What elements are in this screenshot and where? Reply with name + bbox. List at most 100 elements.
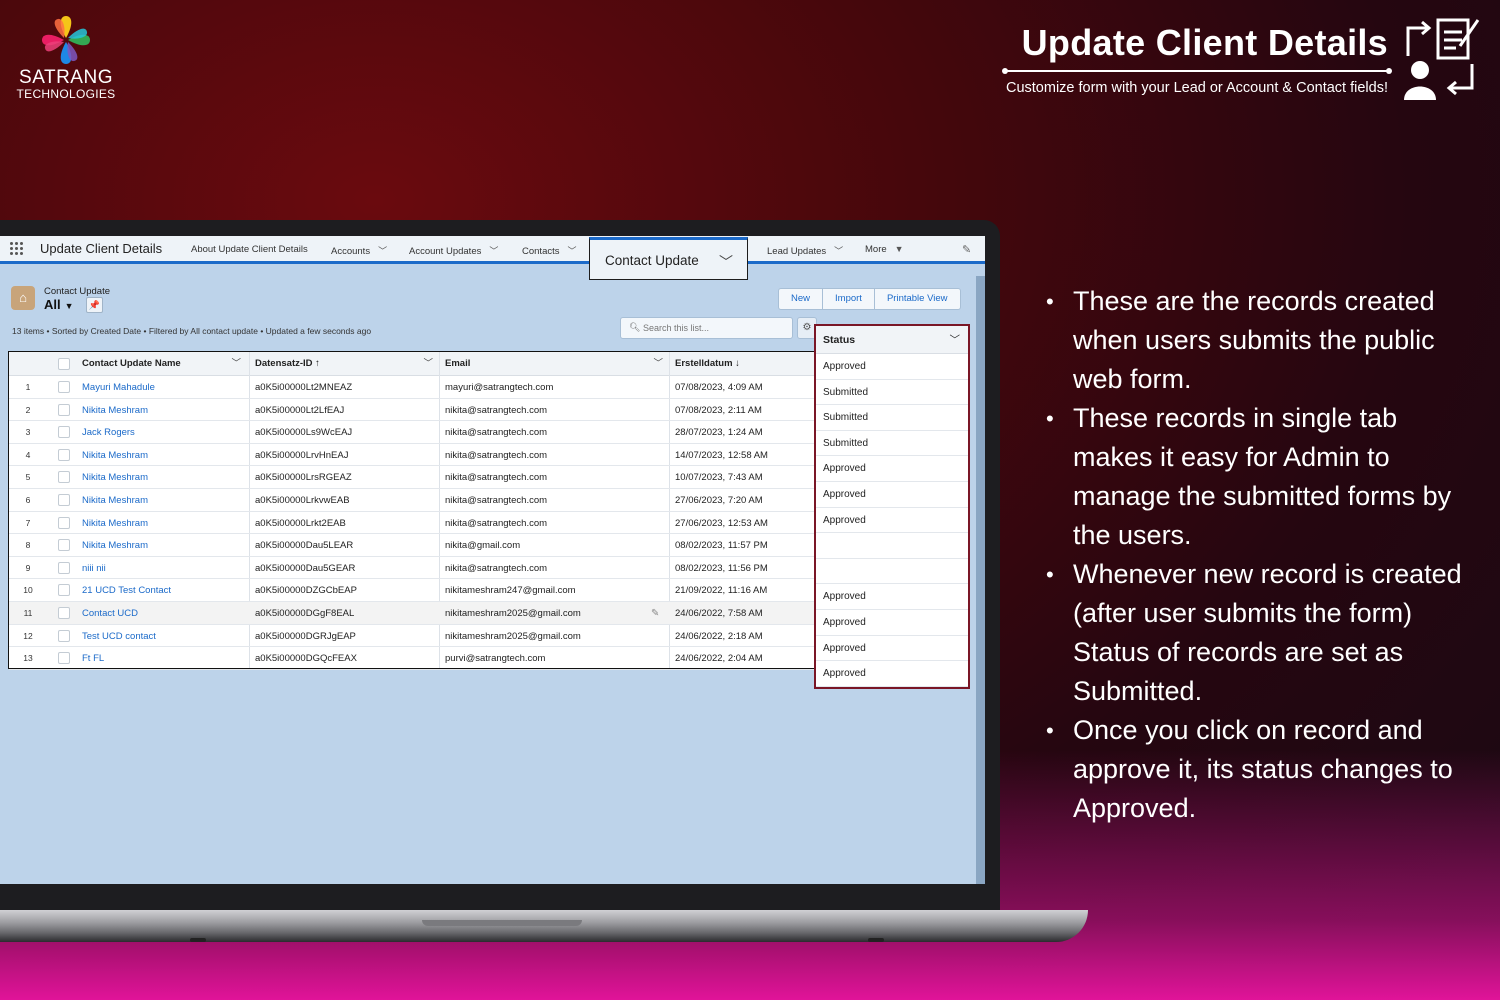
- nav-item-about[interactable]: About Update Client Details: [191, 244, 308, 255]
- record-name-link[interactable]: niii nii: [82, 563, 106, 574]
- chevron-down-icon[interactable]: ﹀: [653, 352, 663, 376]
- list-view-selector[interactable]: All ▼: [44, 297, 74, 312]
- new-button[interactable]: New: [779, 289, 824, 309]
- record-created-date: 24/06/2022, 2:18 AM: [675, 630, 763, 642]
- edit-nav-icon[interactable]: ✎: [962, 243, 971, 256]
- chevron-down-icon[interactable]: ﹀: [568, 246, 577, 256]
- import-button[interactable]: Import: [823, 289, 875, 309]
- column-header-date[interactable]: Erstelldatum ↓: [675, 352, 811, 376]
- search-icon: 🔍︎: [629, 322, 641, 332]
- column-header-name[interactable]: Contact Update Name ﹀: [82, 352, 247, 376]
- table-row[interactable]: 13 Ft FL a0K5i00000DGQcFEAX purvi@satrangte…: [9, 647, 815, 670]
- column-label: Erstelldatum ↓: [675, 358, 740, 369]
- chevron-down-icon[interactable]: ﹀: [423, 352, 433, 376]
- row-checkbox[interactable]: [58, 584, 70, 597]
- row-checkbox[interactable]: [58, 561, 70, 574]
- nav-item-label: About Update Client Details: [191, 244, 308, 255]
- row-checkbox[interactable]: [58, 381, 70, 393]
- table-row[interactable]: 11 Contact UCD a0K5i00000DGgF8EAL nikitames…: [9, 602, 815, 625]
- table-row[interactable]: 7 Nikita Meshram a0K5i00000Lrkt2EAB nikita@…: [9, 512, 815, 535]
- laptop-foot: [190, 938, 206, 942]
- nav-item-accounts[interactable]: Accounts ﹀: [331, 244, 387, 257]
- feature-bullets: These are the records created when users…: [1046, 282, 1476, 828]
- nav-item-label: Lead Updates: [767, 246, 827, 257]
- record-name-link[interactable]: Nikita Meshram: [82, 540, 148, 551]
- record-name-link[interactable]: Nikita Meshram: [82, 450, 148, 461]
- nav-item-label: Accounts: [331, 246, 371, 257]
- bullet-item: Once you click on record and approve it,…: [1046, 711, 1476, 828]
- row-checkbox[interactable]: [58, 494, 70, 506]
- status-cell: Approved: [816, 508, 968, 534]
- printable-view-button[interactable]: Printable View: [875, 289, 960, 309]
- record-id: a0K5i00000Dau5LEAR: [255, 540, 354, 552]
- pin-icon[interactable]: 📌: [86, 297, 103, 313]
- record-id: a0K5i00000DGRJgEAP: [255, 630, 356, 642]
- record-name-link[interactable]: Nikita Meshram: [82, 472, 148, 483]
- record-name-link[interactable]: Nikita Meshram: [82, 518, 148, 529]
- app-launcher-icon[interactable]: [10, 242, 24, 256]
- chevron-down-icon[interactable]: ﹀: [231, 352, 241, 376]
- row-checkbox[interactable]: [58, 607, 70, 619]
- chevron-down-icon[interactable]: ﹀: [834, 246, 843, 256]
- column-header-status[interactable]: Status ﹀: [816, 326, 968, 354]
- table-row[interactable]: 1 Mayuri Mahadule a0K5i00000Lt2MNEAZ mayuri…: [9, 376, 815, 399]
- chevron-down-icon[interactable]: ﹀: [950, 326, 961, 354]
- record-name-link[interactable]: Test UCD contact: [82, 631, 156, 642]
- row-checkbox[interactable]: [58, 539, 70, 552]
- nav-item-contacts[interactable]: Contacts ﹀: [522, 244, 577, 257]
- table-row[interactable]: 6 Nikita Meshram a0K5i00000LrkvwEAB nikita@…: [9, 489, 815, 512]
- select-all-checkbox[interactable]: [58, 358, 70, 370]
- nav-item-account-updates[interactable]: Account Updates ﹀: [409, 244, 498, 257]
- status-cell: Approved: [816, 661, 968, 687]
- row-checkbox[interactable]: [58, 516, 70, 529]
- status-cell: Approved: [816, 482, 968, 508]
- record-email: nikita@satrangtech.com: [445, 517, 548, 529]
- row-checkbox[interactable]: [58, 426, 70, 439]
- edit-pencil-icon[interactable]: ✎: [651, 608, 659, 619]
- nav-item-more[interactable]: More ▼: [865, 244, 904, 255]
- column-header-email[interactable]: Email ﹀: [445, 352, 669, 376]
- record-id: a0K5i00000Ls9WcEAJ: [255, 427, 353, 439]
- record-name-link[interactable]: Jack Rogers: [82, 427, 135, 438]
- record-email: purvi@satrangtech.com: [445, 653, 546, 665]
- object-icon: ⌂: [11, 286, 35, 310]
- table-row[interactable]: 9 niii nii a0K5i00000Dau5GEAR nikita@satran…: [9, 557, 815, 580]
- row-checkbox[interactable]: [58, 652, 70, 665]
- record-id: a0K5i00000LrsRGEAZ: [255, 472, 352, 484]
- table-row[interactable]: 2 Nikita Meshram a0K5i00000Lt2LfEAJ nikita@…: [9, 399, 815, 422]
- row-checkbox[interactable]: [58, 471, 70, 484]
- nav-item-lead-updates[interactable]: Lead Updates ﹀: [767, 244, 843, 257]
- column-header-id[interactable]: Datensatz-ID ↑ ﹀: [255, 352, 439, 376]
- chevron-down-icon[interactable]: ﹀: [489, 246, 498, 256]
- record-name-link[interactable]: Nikita Meshram: [82, 495, 148, 506]
- search-input[interactable]: 🔍︎ Search this list...: [620, 317, 793, 339]
- record-created-date: 21/09/2022, 11:16 AM: [675, 585, 768, 597]
- row-number: 7: [25, 517, 31, 528]
- nav-item-label: Account Updates: [409, 246, 482, 257]
- table-row[interactable]: 5 Nikita Meshram a0K5i00000LrsRGEAZ nikita@…: [9, 466, 815, 489]
- record-id: a0K5i00000Lrkt2EAB: [255, 517, 346, 529]
- record-name-link[interactable]: Contact UCD: [82, 608, 138, 619]
- record-name-link[interactable]: Ft FL: [82, 653, 104, 664]
- row-checkbox[interactable]: [58, 448, 70, 461]
- chevron-down-icon[interactable]: ﹀: [378, 246, 387, 256]
- caret-down-icon: ▼: [64, 301, 74, 311]
- status-cell: Approved: [816, 354, 968, 380]
- record-name-link[interactable]: Mayuri Mahadule: [82, 382, 155, 393]
- table-row[interactable]: 12 Test UCD contact a0K5i00000DGRJgEAP niki…: [9, 625, 815, 648]
- scrollbar[interactable]: [976, 276, 985, 884]
- chevron-down-icon[interactable]: ﹀: [719, 252, 733, 272]
- row-number: 3: [25, 427, 31, 438]
- record-name-link[interactable]: 21 UCD Test Contact: [82, 585, 171, 596]
- record-id: a0K5i00000DGgF8EAL: [255, 608, 355, 619]
- tab-label: Contact Update: [605, 253, 699, 268]
- table-row[interactable]: 4 Nikita Meshram a0K5i00000LrvHnEAJ nikita@…: [9, 444, 815, 467]
- table-row[interactable]: 8 Nikita Meshram a0K5i00000Dau5LEAR nikita@…: [9, 534, 815, 557]
- row-number: 13: [23, 653, 33, 664]
- row-checkbox[interactable]: [58, 629, 70, 642]
- table-row[interactable]: 10 21 UCD Test Contact a0K5i00000DZGCbEAP n…: [9, 579, 815, 602]
- table-row[interactable]: 3 Jack Rogers a0K5i00000Ls9WcEAJ nikita@sat…: [9, 421, 815, 444]
- record-name-link[interactable]: Nikita Meshram: [82, 405, 148, 416]
- tab-contact-update[interactable]: Contact Update ﹀: [589, 237, 748, 280]
- row-checkbox[interactable]: [58, 403, 70, 416]
